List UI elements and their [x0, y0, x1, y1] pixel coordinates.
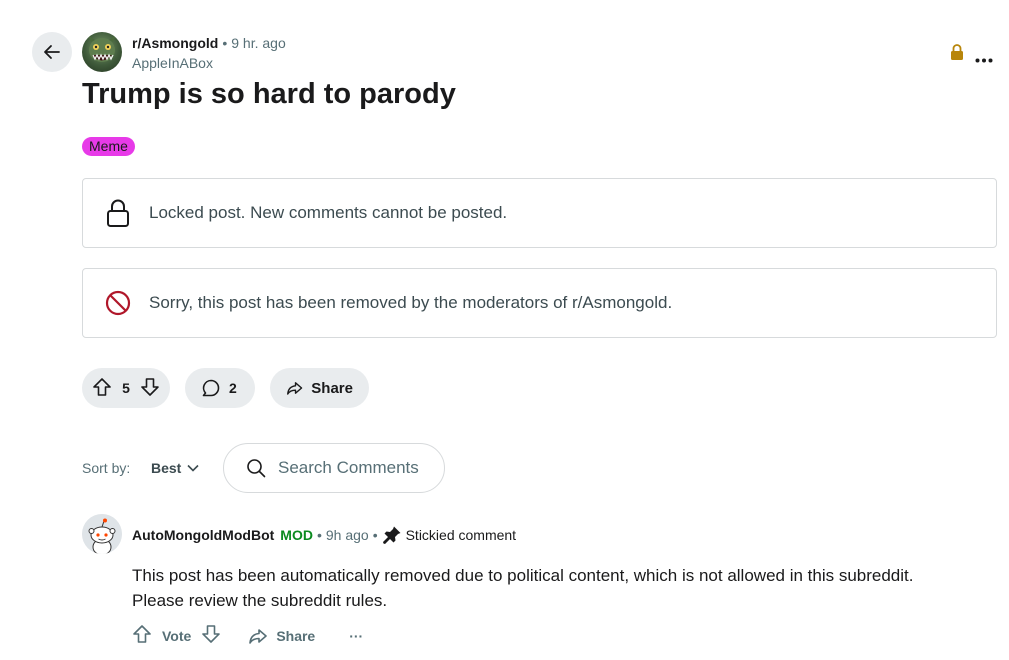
comment-time: 9h ago	[325, 527, 369, 543]
pin-icon	[382, 526, 401, 544]
subreddit-link[interactable]: r/Asmongold	[132, 35, 218, 51]
comment-icon	[202, 379, 220, 397]
share-label: Share	[311, 379, 353, 397]
comment-body: This post has been automatically removed…	[132, 563, 992, 613]
sort-label: Sort by:	[82, 460, 131, 476]
locked-notice-text: Locked post. New comments cannot be post…	[149, 203, 508, 222]
share-icon	[287, 382, 303, 395]
post-meta: r/Asmongold • 9 hr. ago	[132, 35, 286, 51]
post-title: Trump is so hard to parody	[82, 78, 456, 110]
comment-actions: Vote Share ···	[132, 624, 363, 647]
sort-value: Best	[151, 460, 182, 476]
comment-more-button[interactable]: ···	[349, 628, 363, 644]
stickied-label: Stickied comment	[382, 525, 516, 545]
search-placeholder: Search Comments	[278, 458, 419, 477]
comment-line-1: This post has been automatically removed…	[132, 566, 914, 585]
comment-downvote-icon[interactable]	[201, 624, 221, 647]
more-horizontal-icon	[975, 58, 993, 63]
subreddit-avatar[interactable]	[82, 32, 122, 72]
back-button[interactable]	[32, 32, 72, 72]
lock-outline-icon	[103, 198, 133, 228]
locked-indicator	[949, 43, 965, 66]
search-comments-input[interactable]: Search Comments	[223, 443, 445, 493]
vote-control: 5	[82, 368, 170, 408]
share-icon	[249, 628, 268, 644]
search-icon	[247, 459, 266, 478]
stickied-text: Stickied comment	[405, 527, 517, 543]
comment-author[interactable]: AutoMongoldModBot	[132, 527, 274, 543]
comment-header: AutoMongoldModBot MOD • 9h ago • Stickie…	[132, 525, 516, 545]
post-options-button[interactable]	[975, 50, 993, 68]
post-author[interactable]: AppleInABox	[132, 55, 213, 71]
chevron-down-icon	[187, 464, 199, 472]
share-button[interactable]: Share	[270, 368, 369, 408]
comment-line-2: Please review the subreddit rules.	[132, 591, 388, 610]
post-flair[interactable]: Meme	[82, 137, 135, 156]
ban-icon	[103, 290, 133, 316]
locked-notice: Locked post. New comments cannot be post…	[82, 178, 997, 248]
comments-button[interactable]: 2	[185, 368, 255, 408]
comment-vote-label: Vote	[162, 627, 192, 644]
arrow-left-icon	[44, 45, 60, 59]
removed-notice: Sorry, this post has been removed by the…	[82, 268, 997, 338]
mod-badge: MOD	[280, 527, 313, 543]
meta-separator: •	[222, 35, 228, 51]
comment-share-button[interactable]: Share	[248, 626, 315, 646]
comment-separator: •	[316, 527, 322, 543]
post-time: 9 hr. ago	[231, 35, 286, 51]
upvote-icon[interactable]	[92, 377, 112, 400]
lock-icon	[951, 44, 963, 60]
downvote-icon[interactable]	[140, 377, 160, 400]
sort-dropdown[interactable]: Best	[151, 460, 199, 476]
removed-notice-text: Sorry, this post has been removed by the…	[149, 293, 673, 312]
comment-count: 2	[229, 380, 237, 396]
comment-share-label: Share	[276, 627, 316, 644]
vote-score: 5	[122, 380, 130, 396]
comment-separator-2: •	[372, 527, 378, 543]
comment-upvote-icon[interactable]	[132, 624, 152, 647]
commenter-avatar[interactable]	[82, 514, 122, 554]
